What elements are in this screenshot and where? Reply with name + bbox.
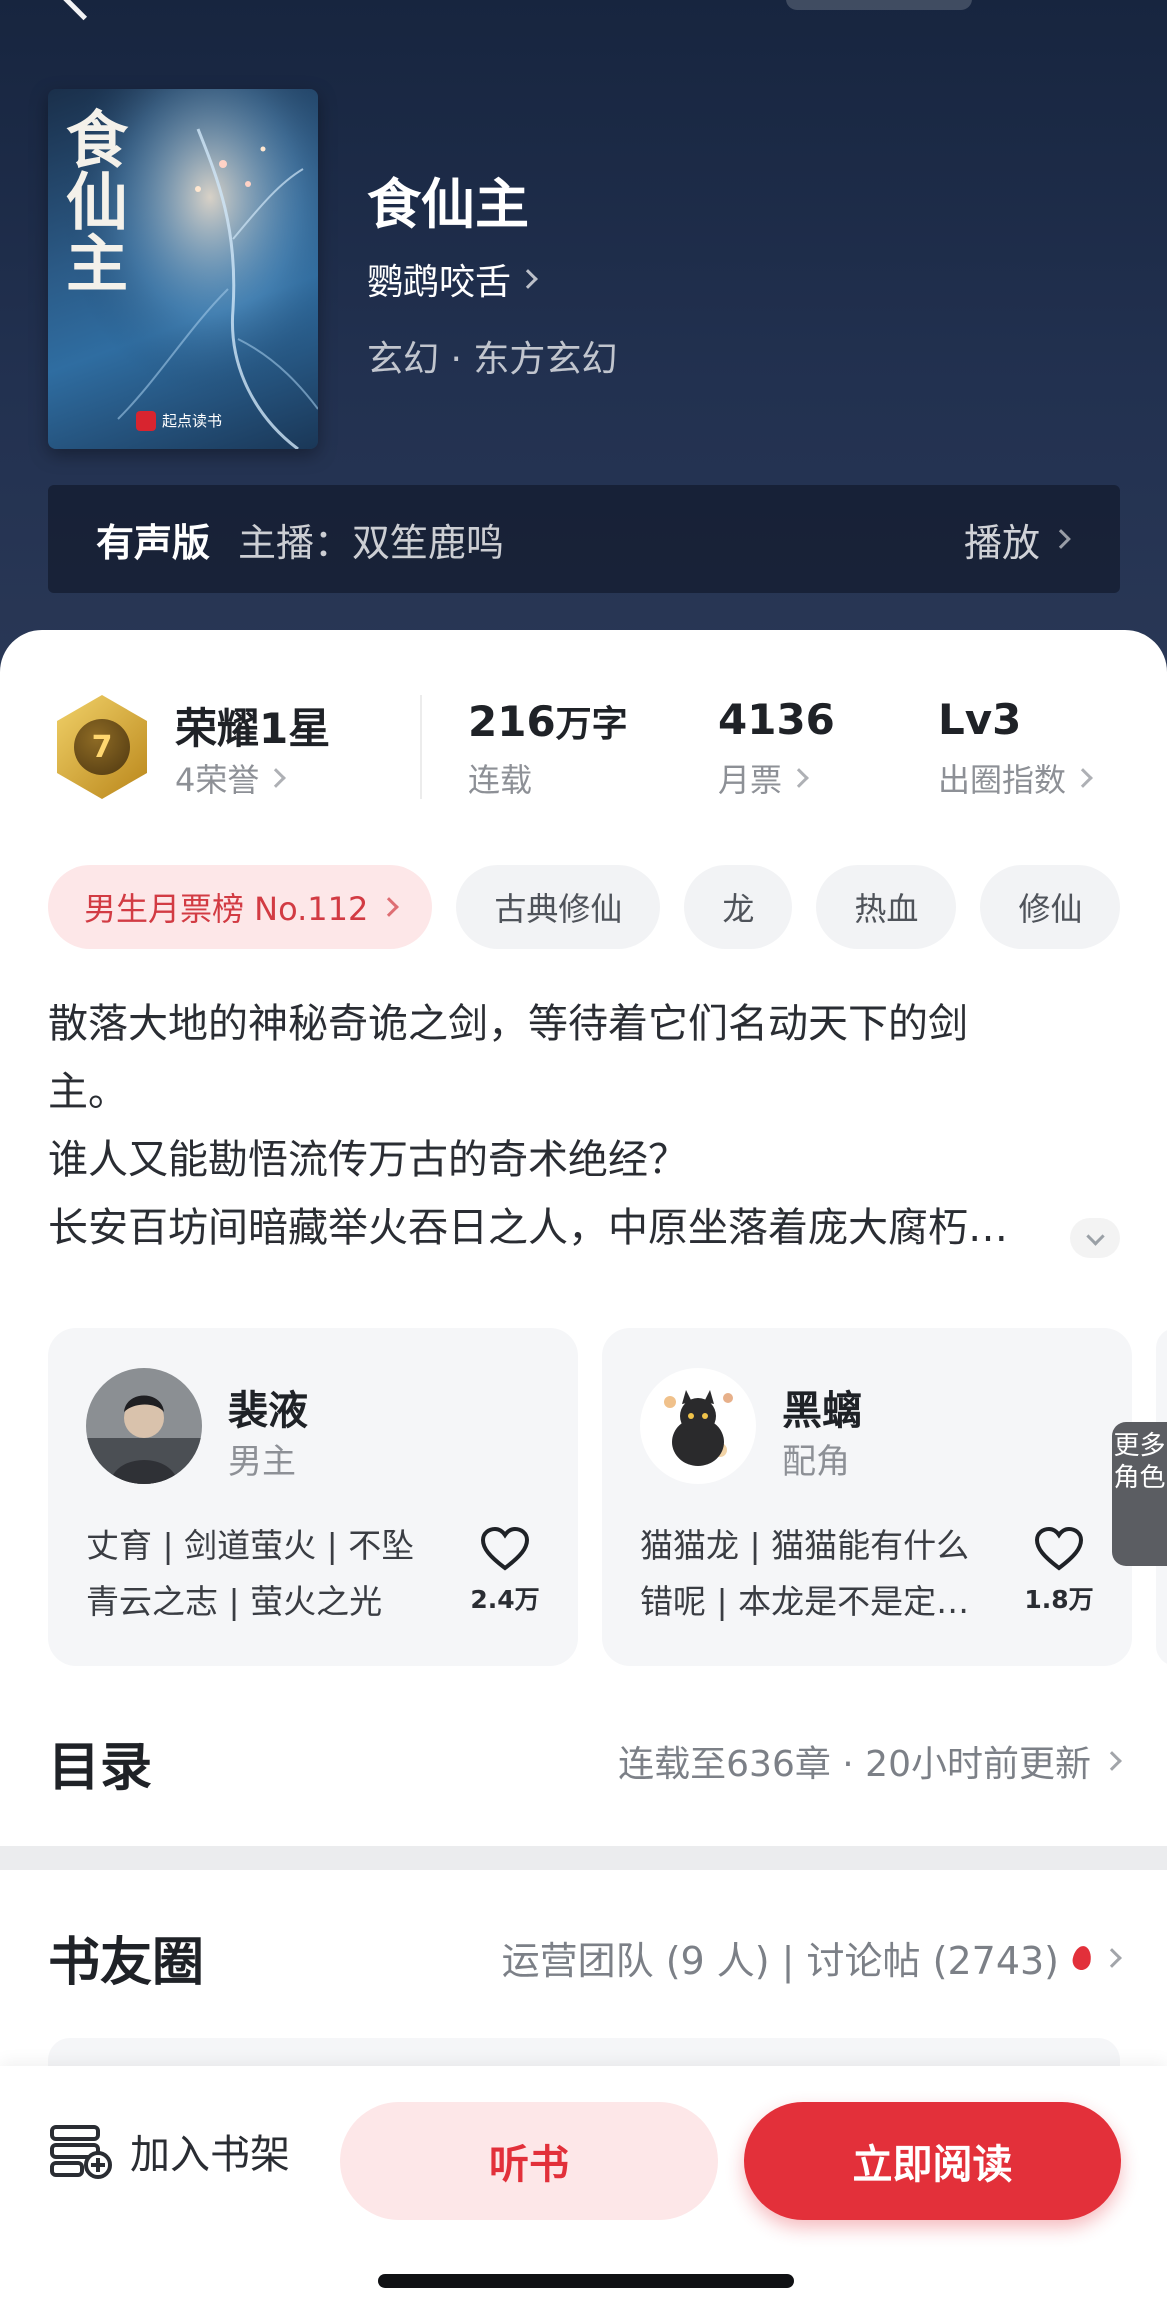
character-avatar [86,1368,202,1484]
chevron-right-icon [789,768,809,788]
influence-index-label[interactable]: 出圈指数 [938,755,1066,801]
home-indicator[interactable] [378,2274,794,2288]
word-count-value: 216 [468,697,556,746]
tag-chip[interactable]: 古典修仙 [456,865,661,949]
book-genre: 玄幻 · 东方玄幻 [367,339,618,380]
cover-title: 食仙主 [55,107,128,293]
chevron-down-icon [1085,1226,1105,1246]
character-desc-line: 猫猫龙 | 猫猫能有什么 [640,1526,970,1565]
character-description: 猫猫龙 | 猫猫能有什么 错呢 | 本龙是不是定… [640,1518,1010,1630]
monthly-votes-link[interactable]: 月票 [718,755,809,801]
medal-level: 7 [74,719,130,775]
like-count: 1.8万 [1024,1585,1094,1614]
audio-badge: 有声版 [96,520,211,565]
honor-link[interactable]: 4荣誉 [175,755,287,801]
book-title: 食仙主 [367,173,529,236]
author-name[interactable]: 鹦鹉咬舌 [367,253,511,305]
summary-line: 谁人又能勘悟流传万古的奇术绝经？ [48,1137,688,1183]
like-button[interactable]: 1.8万 [1024,1526,1094,1616]
character-name: 裴液 [228,1388,308,1434]
honor-medal-icon: 7 [57,695,147,799]
play-button[interactable]: 播放 [964,512,1071,567]
expand-summary-button[interactable] [1070,1218,1120,1258]
chevron-right-icon [1073,768,1093,788]
table-of-contents-row[interactable]: 目录 连载至636章 · 20小时前更新 [0,1715,1167,1805]
monthly-votes-label[interactable]: 月票 [718,755,782,801]
chevron-right-icon [1102,1947,1122,1968]
add-shelf-icon [50,2125,112,2179]
toc-title: 目录 [48,1738,153,1798]
listen-button[interactable]: 听书 [340,2102,718,2220]
character-desc-line: 青云之志 | 萤火之光 [86,1582,383,1621]
character-description: 丈育 | 剑道萤火 | 不坠 青云之志 | 萤火之光 [86,1518,456,1630]
heart-icon [480,1526,530,1571]
book-circle-link[interactable]: 运营团队 (9 人) | 讨论帖 (2743) [502,1930,1122,1985]
chevron-right-icon [518,269,538,289]
top-action-chip[interactable] [786,0,972,10]
book-author[interactable]: 鹦鹉咬舌 [367,253,538,305]
book-circle-meta[interactable]: 运营团队 (9 人) | 讨论帖 (2743) [502,1930,1059,1985]
cover-publisher-label: 起点读书 [162,412,223,430]
cover-publisher: 起点读书 [136,410,222,431]
tag-row: 男生月票榜 No.112 古典修仙 龙 热血 修仙 [48,865,1167,949]
stats-divider [420,695,422,799]
character-portrait-image [640,1368,756,1484]
honor-sub[interactable]: 4荣誉 [175,755,259,801]
chevron-right-icon [1051,529,1071,549]
audio-host: 主播：双笙鹿鸣 [238,520,505,565]
serial-status-label: 连载 [468,761,533,799]
character-role-type: 配角 [782,1442,850,1482]
toc-meta[interactable]: 连载至636章 · 20小时前更新 [618,1735,1091,1787]
character-role-type: 男主 [228,1442,296,1482]
ranking-tag-label[interactable]: 男生月票榜 No.112 [84,884,368,930]
add-to-shelf-button[interactable]: 加入书架 [48,2122,290,2180]
flame-icon [1071,1944,1093,1971]
back-icon[interactable] [58,0,109,21]
chevron-right-icon [1102,1751,1122,1771]
chevron-right-icon [379,897,400,917]
book-circle-title: 书友圈 [48,1933,205,1993]
honor-title: 荣耀1星 [175,704,331,753]
tag-chip[interactable]: 龙 [684,865,793,949]
summary-line: 主。 [48,1069,128,1115]
summary-line: 散落大地的神秘奇诡之剑，等待着它们名动天下的剑 [48,1001,968,1047]
chevron-right-icon [266,768,287,788]
play-label[interactable]: 播放 [964,512,1040,567]
read-now-button[interactable]: 立即阅读 [744,2102,1121,2220]
book-summary[interactable]: 散落大地的神秘奇诡之剑，等待着它们名动天下的剑 主。 谁人又能勘悟流传万古的奇术… [48,990,1120,1262]
character-card[interactable]: 裴液 男主 丈育 | 剑道萤火 | 不坠 青云之志 | 萤火之光 2.4万 [48,1328,578,1666]
like-count: 2.4万 [470,1585,540,1614]
character-carousel[interactable]: 裴液 男主 丈育 | 剑道萤火 | 不坠 青云之志 | 萤火之光 2.4万 黑螭… [48,1328,1167,1668]
book-cover[interactable]: 食仙主 起点读书 [48,89,318,449]
heart-icon [1034,1526,1084,1571]
word-count-unit: 万字 [555,704,628,745]
character-desc-line: 丈育 | 剑道萤火 | 不坠 [86,1526,415,1565]
character-name: 黑螭 [782,1388,862,1434]
tag-chip[interactable]: 修仙 [980,865,1121,949]
character-desc-line: 错呢 | 本龙是不是定… [640,1582,970,1621]
monthly-votes-value: 4136 [718,695,835,744]
summary-line: 长安百坊间暗藏举火吞日之人，中原坐落着庞大腐朽… [48,1205,1008,1251]
word-count: 216万字 [468,695,628,747]
tag-chip[interactable]: 热血 [816,865,957,949]
publisher-logo-icon [136,410,156,431]
stats-row: 7 荣耀1星 4荣誉 216万字 连载 4136 月票 Lv3 出圈指数 [0,695,1167,815]
character-card[interactable]: 黑螭 配角 猫猫龙 | 猫猫能有什么 错呢 | 本龙是不是定… 1.8万 [602,1328,1132,1666]
book-header: 食仙主 起点读书 食仙主 鹦鹉咬舌 玄幻 · 东方玄幻 有声版 主播：双笙鹿鸣 … [0,0,1167,700]
character-portrait-image [86,1368,202,1484]
character-avatar [640,1368,756,1484]
influence-level-value: Lv3 [938,695,1022,744]
audio-version-bar[interactable]: 有声版 主播：双笙鹿鸣 播放 [48,485,1120,593]
toc-update-info[interactable]: 连载至636章 · 20小时前更新 [618,1735,1122,1787]
more-characters-tab[interactable]: 更多角色 [1112,1422,1167,1566]
ranking-tag[interactable]: 男生月票榜 No.112 [48,865,433,949]
like-button[interactable]: 2.4万 [470,1526,540,1616]
add-to-shelf-label[interactable]: 加入书架 [130,2122,290,2180]
influence-index-link[interactable]: 出圈指数 [938,755,1093,801]
section-divider [0,1846,1167,1870]
serial-status: 连载 [468,755,532,801]
